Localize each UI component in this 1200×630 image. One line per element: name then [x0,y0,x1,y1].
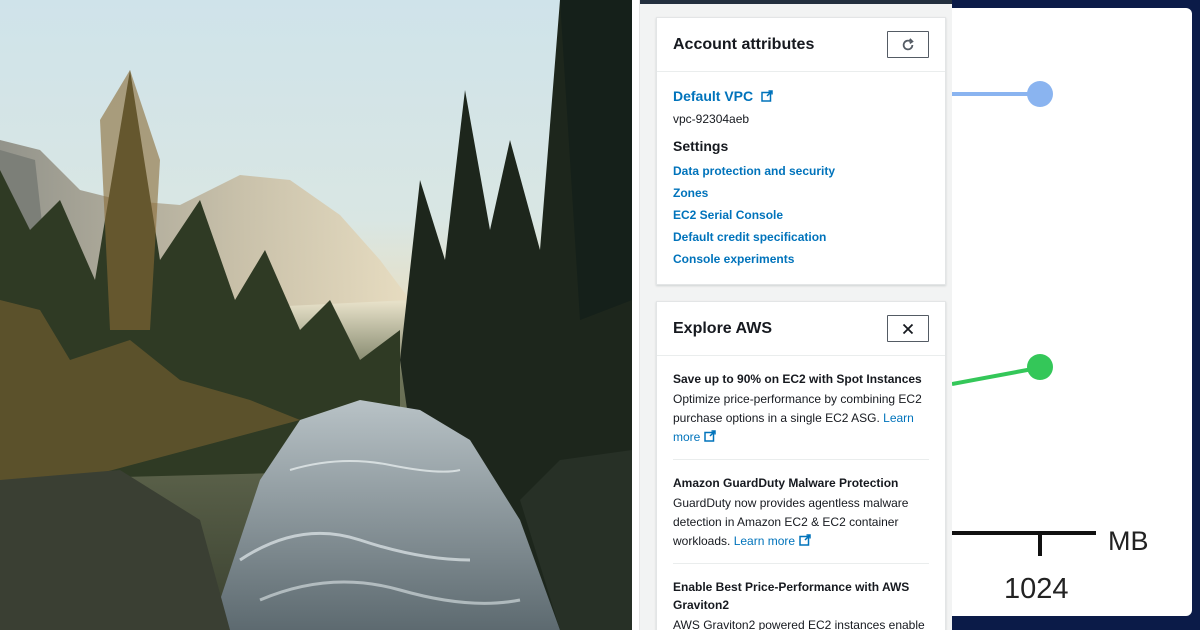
settings-heading: Settings [673,138,729,154]
settings-link-console-experiments[interactable]: Console experiments [673,248,929,270]
learn-more-link[interactable]: Learn more [734,534,811,548]
aws-console-sidebar: Account attributes Default VPC vpc-92304… [632,0,952,630]
explore-item-desc: Optimize price-performance by combining … [673,390,929,447]
diagram-canvas: MB 1024 [952,8,1192,616]
refresh-icon [902,37,914,50]
refresh-button[interactable] [887,31,929,58]
explore-item-graviton: Enable Best Price-Performance with AWS G… [673,564,929,630]
vpc-id: vpc-92304aeb [673,112,750,126]
console-left-gutter [632,0,640,630]
settings-link-credit-specification[interactable]: Default credit specification [673,226,929,248]
explore-item-title: Enable Best Price-Performance with AWS G… [673,580,910,612]
account-attributes-header: Account attributes [657,18,945,72]
explore-item-title: Save up to 90% on EC2 with Spot Instance… [673,372,922,386]
external-link-icon [704,430,717,442]
explore-item-desc: AWS Graviton2 powered EC2 instances enab… [673,616,929,630]
account-attributes-title: Account attributes [673,35,815,53]
unit-label: MB [1108,526,1149,556]
diagram-graphic [952,81,1096,556]
tick-label: 1024 [1004,573,1069,605]
settings-link-data-protection[interactable]: Data protection and security [673,160,929,182]
default-vpc-link[interactable]: Default VPC [673,88,773,104]
landscape-photo [0,0,632,630]
explore-aws-panel: Explore AWS Save up to 90% on EC2 with S… [656,301,946,630]
console-top-bar [632,0,952,4]
green-node [1027,354,1053,380]
settings-link-zones[interactable]: Zones [673,182,929,204]
explore-item-title: Amazon GuardDuty Malware Protection [673,476,899,490]
explore-item-desc-text: AWS Graviton2 powered EC2 instances enab… [673,618,925,630]
default-vpc-label: Default VPC [673,88,754,104]
external-link-icon [761,90,773,102]
settings-link-serial-console[interactable]: EC2 Serial Console [673,204,929,226]
explore-aws-title: Explore AWS [673,319,772,337]
close-button[interactable] [887,315,929,342]
explore-item-spot: Save up to 90% on EC2 with Spot Instance… [673,356,929,460]
account-attributes-panel: Account attributes Default VPC vpc-92304… [656,17,946,285]
blue-node [1027,81,1053,107]
explore-item-guardduty: Amazon GuardDuty Malware Protection Guar… [673,460,929,564]
learn-more-label: Learn more [733,534,796,548]
forest-river-illustration [0,0,632,630]
diagram-crop: MB 1024 [952,0,1200,630]
explore-aws-header: Explore AWS [657,302,945,356]
external-link-icon [799,534,811,546]
settings-links: Data protection and security Zones EC2 S… [673,160,929,270]
explore-item-desc: GuardDuty now provides agentless malware… [673,494,929,551]
green-connector-line [952,366,1039,386]
close-icon [902,323,914,334]
